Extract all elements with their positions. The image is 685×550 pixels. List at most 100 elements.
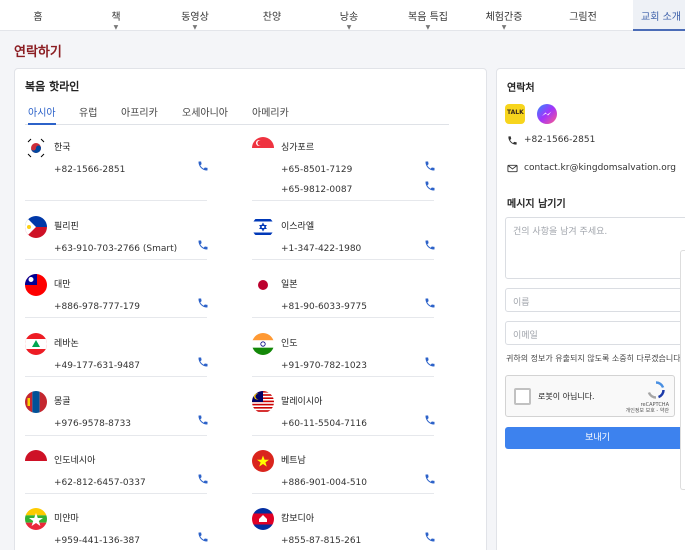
nav-item-0[interactable]: 홈 [33,0,42,31]
country-name: 베트남 [281,456,306,466]
tab-region-3[interactable]: 오세아니아 [182,104,228,125]
phone-row[interactable]: +49-177-631-9487 [54,353,209,371]
phone-row[interactable]: +886-901-004-510 [281,470,436,488]
phone-call-icon[interactable] [197,353,209,367]
privacy-notice: 귀하의 정보가 유출되지 않도록 소중히 다루겠습니다. [506,354,684,363]
divider [252,376,434,377]
phone-number: +976-9578-8733 [54,419,132,429]
phone-row[interactable]: +63-910-703-2766 (Smart) [54,236,209,254]
nav-item-label: 동영상 [181,12,209,23]
phone-call-icon[interactable] [197,157,209,171]
phone-number: +62-812-6457-0337 [54,478,146,488]
name-placeholder: 이름 [513,298,530,308]
chevron-down-icon: ▼ [192,24,198,31]
phone-row[interactable]: +959-441-136-387 [54,528,209,546]
phone-row[interactable]: +1-347-422-1980 [281,236,436,254]
phone-call-icon[interactable] [424,157,436,171]
phone-call-icon[interactable] [424,236,436,250]
nav-item-5[interactable]: 복음 특집 ▼ [408,0,448,31]
phone-row[interactable]: +65-9812-0087 [281,177,436,195]
flag-mongolia-icon [25,391,47,413]
messenger-icon[interactable] [537,104,557,124]
phone-call-icon[interactable] [197,294,209,308]
country-name: 인도네시아 [54,456,96,466]
phone-row[interactable]: +855-87-815-261 [281,528,436,546]
country-name: 캄보디아 [281,514,315,524]
divider [25,200,207,201]
mail-icon [507,164,518,173]
recaptcha-checkbox[interactable] [514,388,531,405]
phone-number: +886-901-004-510 [281,478,367,488]
tab-region-2[interactable]: 아프리카 [121,104,158,125]
nav-item-label: 홈 [33,12,43,23]
message-textarea[interactable]: 건의 사항을 남겨 주세요. [505,217,685,279]
nav-item-label: 책 [111,12,121,23]
nav-item-label: 교회 소개 [641,12,681,23]
phone-row[interactable]: +976-9578-8733 [54,411,209,429]
region-tabs: 아시아 유럽 아프리카 오세아니아 아메리카 [25,104,449,125]
chevron-down-icon: ▼ [501,24,507,31]
side-scrollbar[interactable] [680,250,685,490]
phone-call-icon[interactable] [424,294,436,308]
flag-singapore-icon [252,137,274,159]
nav-item-6[interactable]: 체험간증 ▼ [486,0,523,31]
phone-row[interactable]: +60-11-5504-7116 [281,411,436,429]
tab-region-1[interactable]: 유럽 [79,104,97,125]
flag-malaysia-icon [252,391,274,413]
send-button[interactable]: 보내기 [505,427,685,449]
phone-number: +49-177-631-9487 [54,361,140,371]
tab-region-4[interactable]: 아메리카 [252,104,289,125]
divider [25,259,207,260]
phone-call-icon[interactable] [424,411,436,425]
nav-item-2[interactable]: 동영상 ▼ [181,0,209,31]
contact-card: 연락처 TALK +82-1566-2851 contact.kr@kingdo… [496,68,685,550]
phone-row[interactable]: +82-1566-2851 [54,157,209,175]
divider [25,317,207,318]
divider [252,493,434,494]
divider [252,435,434,436]
recaptcha-brand: reCAPTCHA 개인정보 보호 - 약관 [626,402,669,414]
phone-row[interactable]: +886-978-777-179 [54,294,209,312]
nav-item-1[interactable]: 책 ▼ [111,0,120,31]
phone-number: +855-87-815-261 [281,536,362,546]
phone-call-icon[interactable] [197,411,209,425]
nav-item-label: 찬양 [262,12,282,23]
nav-item-label: 체험간증 [485,12,523,23]
recaptcha-links[interactable]: 개인정보 보호 - 약관 [626,408,669,414]
recaptcha-label: 로봇이 아닙니다. [538,392,595,401]
phone-row[interactable]: +91-970-782-1023 [281,353,436,371]
kakaotalk-icon[interactable]: TALK [505,104,525,124]
phone-call-icon[interactable] [424,353,436,367]
phone-call-icon[interactable] [424,528,436,542]
recaptcha-widget: 로봇이 아닙니다. reCAPTCHA 개인정보 보호 - 약관 [505,375,675,417]
phone-row[interactable]: +81-90-6033-9775 [281,294,436,312]
divider [252,317,434,318]
nav-item-8[interactable]: 교회 소개 [633,0,685,31]
tab-region-0[interactable]: 아시아 [28,104,56,125]
nav-item-3[interactable]: 찬양 [263,0,281,31]
country-name: 인도 [281,339,298,349]
phone-call-icon[interactable] [424,177,436,191]
chevron-down-icon: ▼ [425,24,431,31]
phone-call-icon[interactable] [197,528,209,542]
divider [252,200,434,201]
phone-call-icon[interactable] [197,236,209,250]
phone-number: +886-978-777-179 [54,302,140,312]
chevron-down-icon: ▼ [113,24,119,31]
phone-call-icon[interactable] [424,470,436,484]
kakaotalk-label: TALK [507,109,524,116]
email-input[interactable]: 이메일 [505,321,685,345]
name-input[interactable]: 이름 [505,288,685,312]
top-nav: 홈 책 ▼ 동영상 ▼ 찬양 낭송 ▼ 복음 특집 ▼ 체험간증 ▼ 그림전 교회 소개 [0,0,685,31]
contact-email-text: contact.kr@kingdomsalvation.org [524,163,676,173]
phone-row[interactable]: +62-812-6457-0337 [54,470,209,488]
phone-call-icon[interactable] [197,470,209,484]
country-name: 한국 [54,143,71,153]
nav-item-4[interactable]: 낭송 ▼ [340,0,358,31]
phone-row[interactable]: +65-8501-7129 [281,157,436,175]
flag-israel-icon [252,216,274,238]
nav-item-7[interactable]: 그림전 [569,0,597,31]
phone-number: +65-9812-0087 [281,185,353,195]
phone-number: +63-910-703-2766 (Smart) [54,244,178,254]
page-title: 연락하기 [14,45,62,60]
